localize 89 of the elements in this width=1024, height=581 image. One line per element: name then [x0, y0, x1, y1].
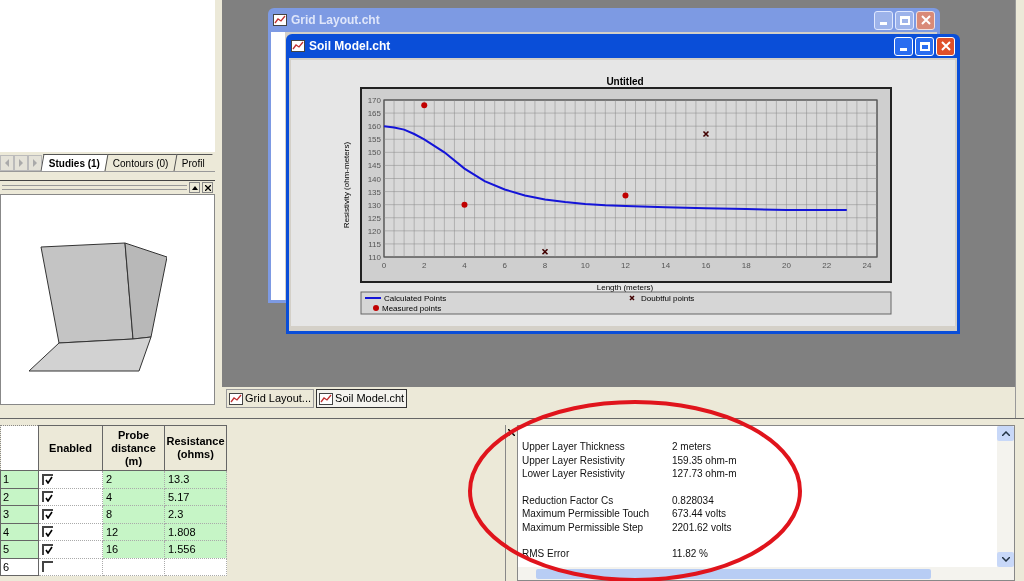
y-tick-label: 160 — [367, 122, 381, 132]
x-tick-label: 14 — [661, 261, 671, 270]
measured-point — [461, 201, 468, 208]
row-header: 1 — [0, 470, 39, 488]
corner-cell — [0, 425, 39, 471]
legend-doubtful-swatch — [629, 295, 635, 301]
chart-icon — [273, 14, 287, 26]
checkbox[interactable] — [42, 473, 53, 485]
legend-label: Calculated Points — [384, 294, 447, 303]
close-icon — [920, 15, 931, 25]
result-label: Upper Layer Resistivity — [522, 453, 626, 467]
column-header: Enabled — [38, 425, 103, 471]
close-icon — [204, 184, 211, 191]
result-label: Upper Layer Thickness — [522, 440, 626, 454]
result-value: 159.35 ohm-m — [672, 453, 737, 467]
result-label: Maximum Permissible Touch — [522, 507, 651, 521]
scroll-down-icon — [997, 552, 1014, 567]
result-value: 11.82 % — [672, 547, 708, 561]
panel-tab[interactable]: Studies (1) — [40, 154, 108, 171]
x-tick-label: 16 — [701, 261, 711, 270]
doubtful-point — [702, 130, 710, 138]
chart-icon — [319, 392, 334, 405]
scroll-up-icon — [997, 426, 1014, 441]
panel-tab[interactable]: Profil — [173, 154, 212, 171]
x-tick-label: 4 — [462, 261, 467, 270]
y-tick-label: 130 — [367, 200, 381, 210]
checkbox[interactable] — [42, 508, 53, 520]
x-tick-label: 18 — [741, 261, 751, 270]
legend-label: Measured points — [382, 304, 442, 313]
result-value: 2 meters — [672, 440, 711, 454]
x-tick-label: 6 — [502, 261, 507, 270]
result-label: RMS Error — [522, 547, 571, 561]
checkbox[interactable] — [42, 561, 53, 573]
result-value: 2201.62 volts — [672, 520, 732, 534]
chart-icon — [229, 392, 243, 405]
checkbox[interactable] — [42, 526, 53, 538]
x-tick-label: 8 — [542, 261, 548, 270]
window-tab[interactable]: Grid Layout... — [226, 389, 315, 408]
x-tick-label: 20 — [782, 261, 791, 270]
y-tick-label: 125 — [367, 213, 381, 223]
x-tick-label: 22 — [822, 261, 832, 270]
doubtful-point — [541, 248, 549, 256]
checkbox[interactable] — [42, 543, 53, 555]
column-header: Resistance (ohms) — [164, 425, 227, 471]
result-label: Maximum Permissible Step — [522, 520, 645, 534]
x-tick-label: 2 — [422, 261, 427, 270]
checkbox[interactable] — [42, 491, 53, 503]
y-tick-label: 110 — [368, 253, 381, 262]
y-axis-label: Resistivity (ohm-meters) — [342, 141, 351, 229]
window-title: Grid Layout.cht — [291, 12, 381, 29]
x-tick-label: 12 — [621, 261, 630, 270]
window-tab[interactable]: Soil Model.cht — [316, 389, 408, 408]
horizontal-scrollbar[interactable] — [518, 567, 1014, 580]
panel-tab[interactable]: Contours (0) — [104, 154, 177, 171]
x-tick-label: 24 — [862, 261, 872, 270]
left-arrow-icon — [4, 159, 10, 167]
result-label: Lower Layer Resistivity — [522, 467, 626, 481]
result-value: 673.44 volts — [672, 507, 726, 521]
y-tick-label: 135 — [367, 187, 381, 197]
result-label: Reduction Factor Cs — [522, 493, 615, 507]
collapse-button[interactable] — [189, 182, 200, 193]
x-tick-label: 0 — [381, 261, 387, 270]
y-tick-label: 120 — [367, 226, 381, 236]
result-value: 0.828034 — [672, 493, 714, 507]
close-button[interactable] — [202, 182, 213, 193]
close-icon — [508, 429, 515, 436]
x-axis-label: Length (meters) — [596, 283, 654, 292]
y-tick-label: 145 — [367, 161, 381, 171]
legend-label: Doubtful points — [641, 294, 695, 303]
chart-icon — [291, 40, 305, 52]
y-tick-label: 150 — [367, 148, 381, 158]
column-header: Probe distance (m) — [102, 425, 165, 471]
legend-line-swatch — [364, 297, 382, 299]
y-tick-label: 170 — [367, 96, 381, 105]
y-tick-label: 140 — [367, 174, 381, 184]
x-tick-label: 10 — [580, 261, 590, 270]
window-title: Soil Model.cht — [309, 38, 392, 55]
up-arrow-icon — [191, 185, 198, 190]
measured-point — [622, 192, 629, 199]
close-icon — [940, 41, 951, 51]
y-tick-label: 155 — [367, 135, 381, 145]
measured-point — [421, 102, 428, 109]
result-value: 127.73 ohm-m — [672, 467, 737, 481]
legend-measured-swatch — [373, 305, 379, 311]
y-tick-label: 115 — [368, 239, 381, 249]
close-button[interactable] — [506, 427, 517, 438]
chart-title: Untitled — [606, 76, 644, 87]
vertical-scrollbar[interactable] — [997, 426, 1014, 567]
y-tick-label: 165 — [367, 109, 381, 119]
